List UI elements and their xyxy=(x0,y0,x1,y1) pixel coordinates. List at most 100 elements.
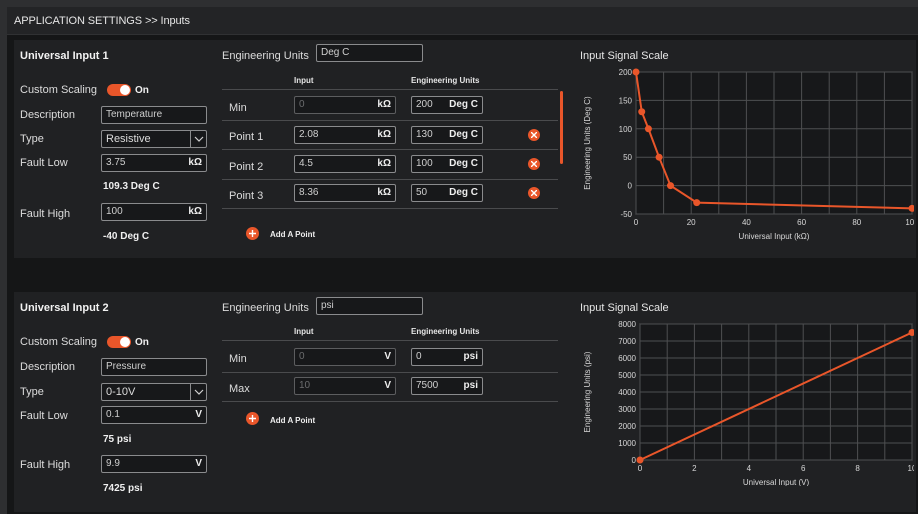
min-input-field: 0 kΩ xyxy=(294,96,396,114)
fault-low-input[interactable]: 3.75 kΩ xyxy=(101,154,207,172)
type-select[interactable]: 0-10V xyxy=(101,383,207,401)
fault-high-label: Fault High xyxy=(20,208,71,220)
y-axis-label: Engineering Units (psi) xyxy=(583,351,592,432)
x-tick-label: 6 xyxy=(801,464,806,473)
type-select[interactable]: Resistive xyxy=(101,130,207,148)
x-tick-label: 100 xyxy=(905,218,914,227)
x-axis-label: Universal Input (V) xyxy=(743,478,810,486)
fault-high-input[interactable]: 9.9 V xyxy=(101,455,207,473)
fault-low-input[interactable]: 0.1 V xyxy=(101,406,207,424)
fault-low-unit: V xyxy=(195,409,202,420)
panel-title: Universal Input 2 xyxy=(20,302,109,314)
table-divider xyxy=(222,149,558,150)
table-divider xyxy=(222,89,558,90)
table-divider xyxy=(222,401,558,402)
add-point-button[interactable] xyxy=(246,227,259,240)
fault-low-label: Fault Low xyxy=(20,410,68,422)
fault-high-converted: -40 Deg C xyxy=(103,231,150,242)
add-point-button[interactable] xyxy=(246,412,259,425)
point-3-input-field[interactable]: 8.36 kΩ xyxy=(294,184,396,202)
row-label-min: Min xyxy=(229,353,247,365)
x-tick-label: 2 xyxy=(692,464,697,473)
x-tick-label: 0 xyxy=(638,464,643,473)
custom-scaling-label: Custom Scaling xyxy=(20,84,98,96)
y-tick-label: 4000 xyxy=(618,388,636,397)
plus-icon xyxy=(249,415,256,422)
point-1-eng-field[interactable]: 130 Deg C xyxy=(411,126,483,144)
y-tick-label: 5000 xyxy=(618,371,636,380)
description-label: Description xyxy=(20,109,76,121)
x-tick-label: 4 xyxy=(747,464,752,473)
x-tick-label: 40 xyxy=(742,218,751,227)
fault-low-converted: 109.3 Deg C xyxy=(103,181,160,192)
fault-high-converted: 7425 psi xyxy=(103,483,143,494)
close-icon xyxy=(531,161,537,167)
column-header-engineering-units: Engineering Units xyxy=(411,76,480,85)
data-point xyxy=(632,68,640,76)
point-1-input-field[interactable]: 2.08 kΩ xyxy=(294,126,396,144)
custom-scaling-toggle[interactable] xyxy=(107,84,131,96)
input-signal-scale-chart: 020406080100-50050100150200Universal Inp… xyxy=(583,68,914,241)
y-tick-label: 0 xyxy=(632,456,637,465)
x-axis-label: Universal Input (kΩ) xyxy=(739,232,810,241)
point-3-eng-field[interactable]: 50 Deg C xyxy=(411,184,483,202)
max-input-field: 10 V xyxy=(294,377,396,395)
close-icon xyxy=(531,132,537,138)
table-divider xyxy=(222,372,558,373)
universal-input-2-panel: Universal Input 2 Custom Scaling On Desc… xyxy=(14,292,916,512)
min-eng-field[interactable]: 200 Deg C xyxy=(411,96,483,114)
description-label: Description xyxy=(20,361,76,373)
input-signal-scale-chart: 0 2 4 6 8 10 0 1000 2000 3000 4000 5000 6000 7000 8000… xyxy=(583,320,914,486)
y-tick-label: 150 xyxy=(619,96,633,105)
remove-point-1-button[interactable] xyxy=(528,129,540,141)
panel-title: Universal Input 1 xyxy=(20,50,109,62)
fault-high-input[interactable]: 100 kΩ xyxy=(101,203,207,221)
max-eng-field[interactable]: 7500 psi xyxy=(411,377,483,395)
y-tick-label: 3000 xyxy=(618,405,636,414)
fault-high-label: Fault High xyxy=(20,459,71,471)
y-tick-label: 0 xyxy=(628,182,633,191)
remove-point-2-button[interactable] xyxy=(528,158,540,170)
point-2-input-field[interactable]: 4.5 kΩ xyxy=(294,155,396,173)
fault-high-unit: V xyxy=(195,458,202,469)
fault-low-label: Fault Low xyxy=(20,157,68,169)
data-point xyxy=(693,199,701,207)
custom-scaling-state: On xyxy=(135,85,149,96)
chart-title: Input Signal Scale xyxy=(580,50,669,62)
x-tick-label: 60 xyxy=(797,218,806,227)
universal-input-1-panel: Universal Input 1 Custom Scaling On Desc… xyxy=(14,40,916,258)
row-label-point-3: Point 3 xyxy=(229,190,264,202)
point-2-eng-field[interactable]: 100 Deg C xyxy=(411,155,483,173)
close-icon xyxy=(531,190,537,196)
table-scrollbar[interactable] xyxy=(560,91,563,164)
add-point-label: Add A Point xyxy=(270,416,316,425)
y-tick-label: 7000 xyxy=(618,337,636,346)
description-input[interactable]: Temperature xyxy=(101,106,207,124)
chart-title: Input Signal Scale xyxy=(580,302,669,314)
y-tick-label: 2000 xyxy=(618,422,636,431)
column-header-input: Input xyxy=(294,327,314,336)
x-tick-label: 10 xyxy=(908,464,914,473)
row-label-point-2: Point 2 xyxy=(229,161,264,173)
type-select-value: 0-10V xyxy=(106,386,136,398)
custom-scaling-toggle[interactable] xyxy=(107,336,131,348)
table-divider xyxy=(222,120,558,121)
type-select-value: Resistive xyxy=(106,133,151,145)
x-tick-label: 20 xyxy=(687,218,696,227)
chevron-down-icon xyxy=(190,384,206,400)
row-label-min: Min xyxy=(229,102,247,114)
fault-high-unit: kΩ xyxy=(188,206,202,217)
engineering-units-input[interactable]: Deg C xyxy=(316,44,423,62)
fault-low-converted: 75 psi xyxy=(103,434,132,445)
engineering-units-input[interactable]: psi xyxy=(316,297,423,315)
engineering-units-label: Engineering Units xyxy=(222,50,309,62)
min-eng-field[interactable]: 0 psi xyxy=(411,348,483,366)
custom-scaling-state: On xyxy=(135,337,149,348)
y-tick-label: 1000 xyxy=(618,439,636,448)
add-point-label: Add A Point xyxy=(270,230,316,239)
remove-point-3-button[interactable] xyxy=(528,187,540,199)
y-tick-label: 100 xyxy=(619,125,633,134)
top-bar: APPLICATION SETTINGS >> Inputs xyxy=(7,7,918,35)
table-divider xyxy=(222,179,558,180)
description-input[interactable]: Pressure xyxy=(101,358,207,376)
